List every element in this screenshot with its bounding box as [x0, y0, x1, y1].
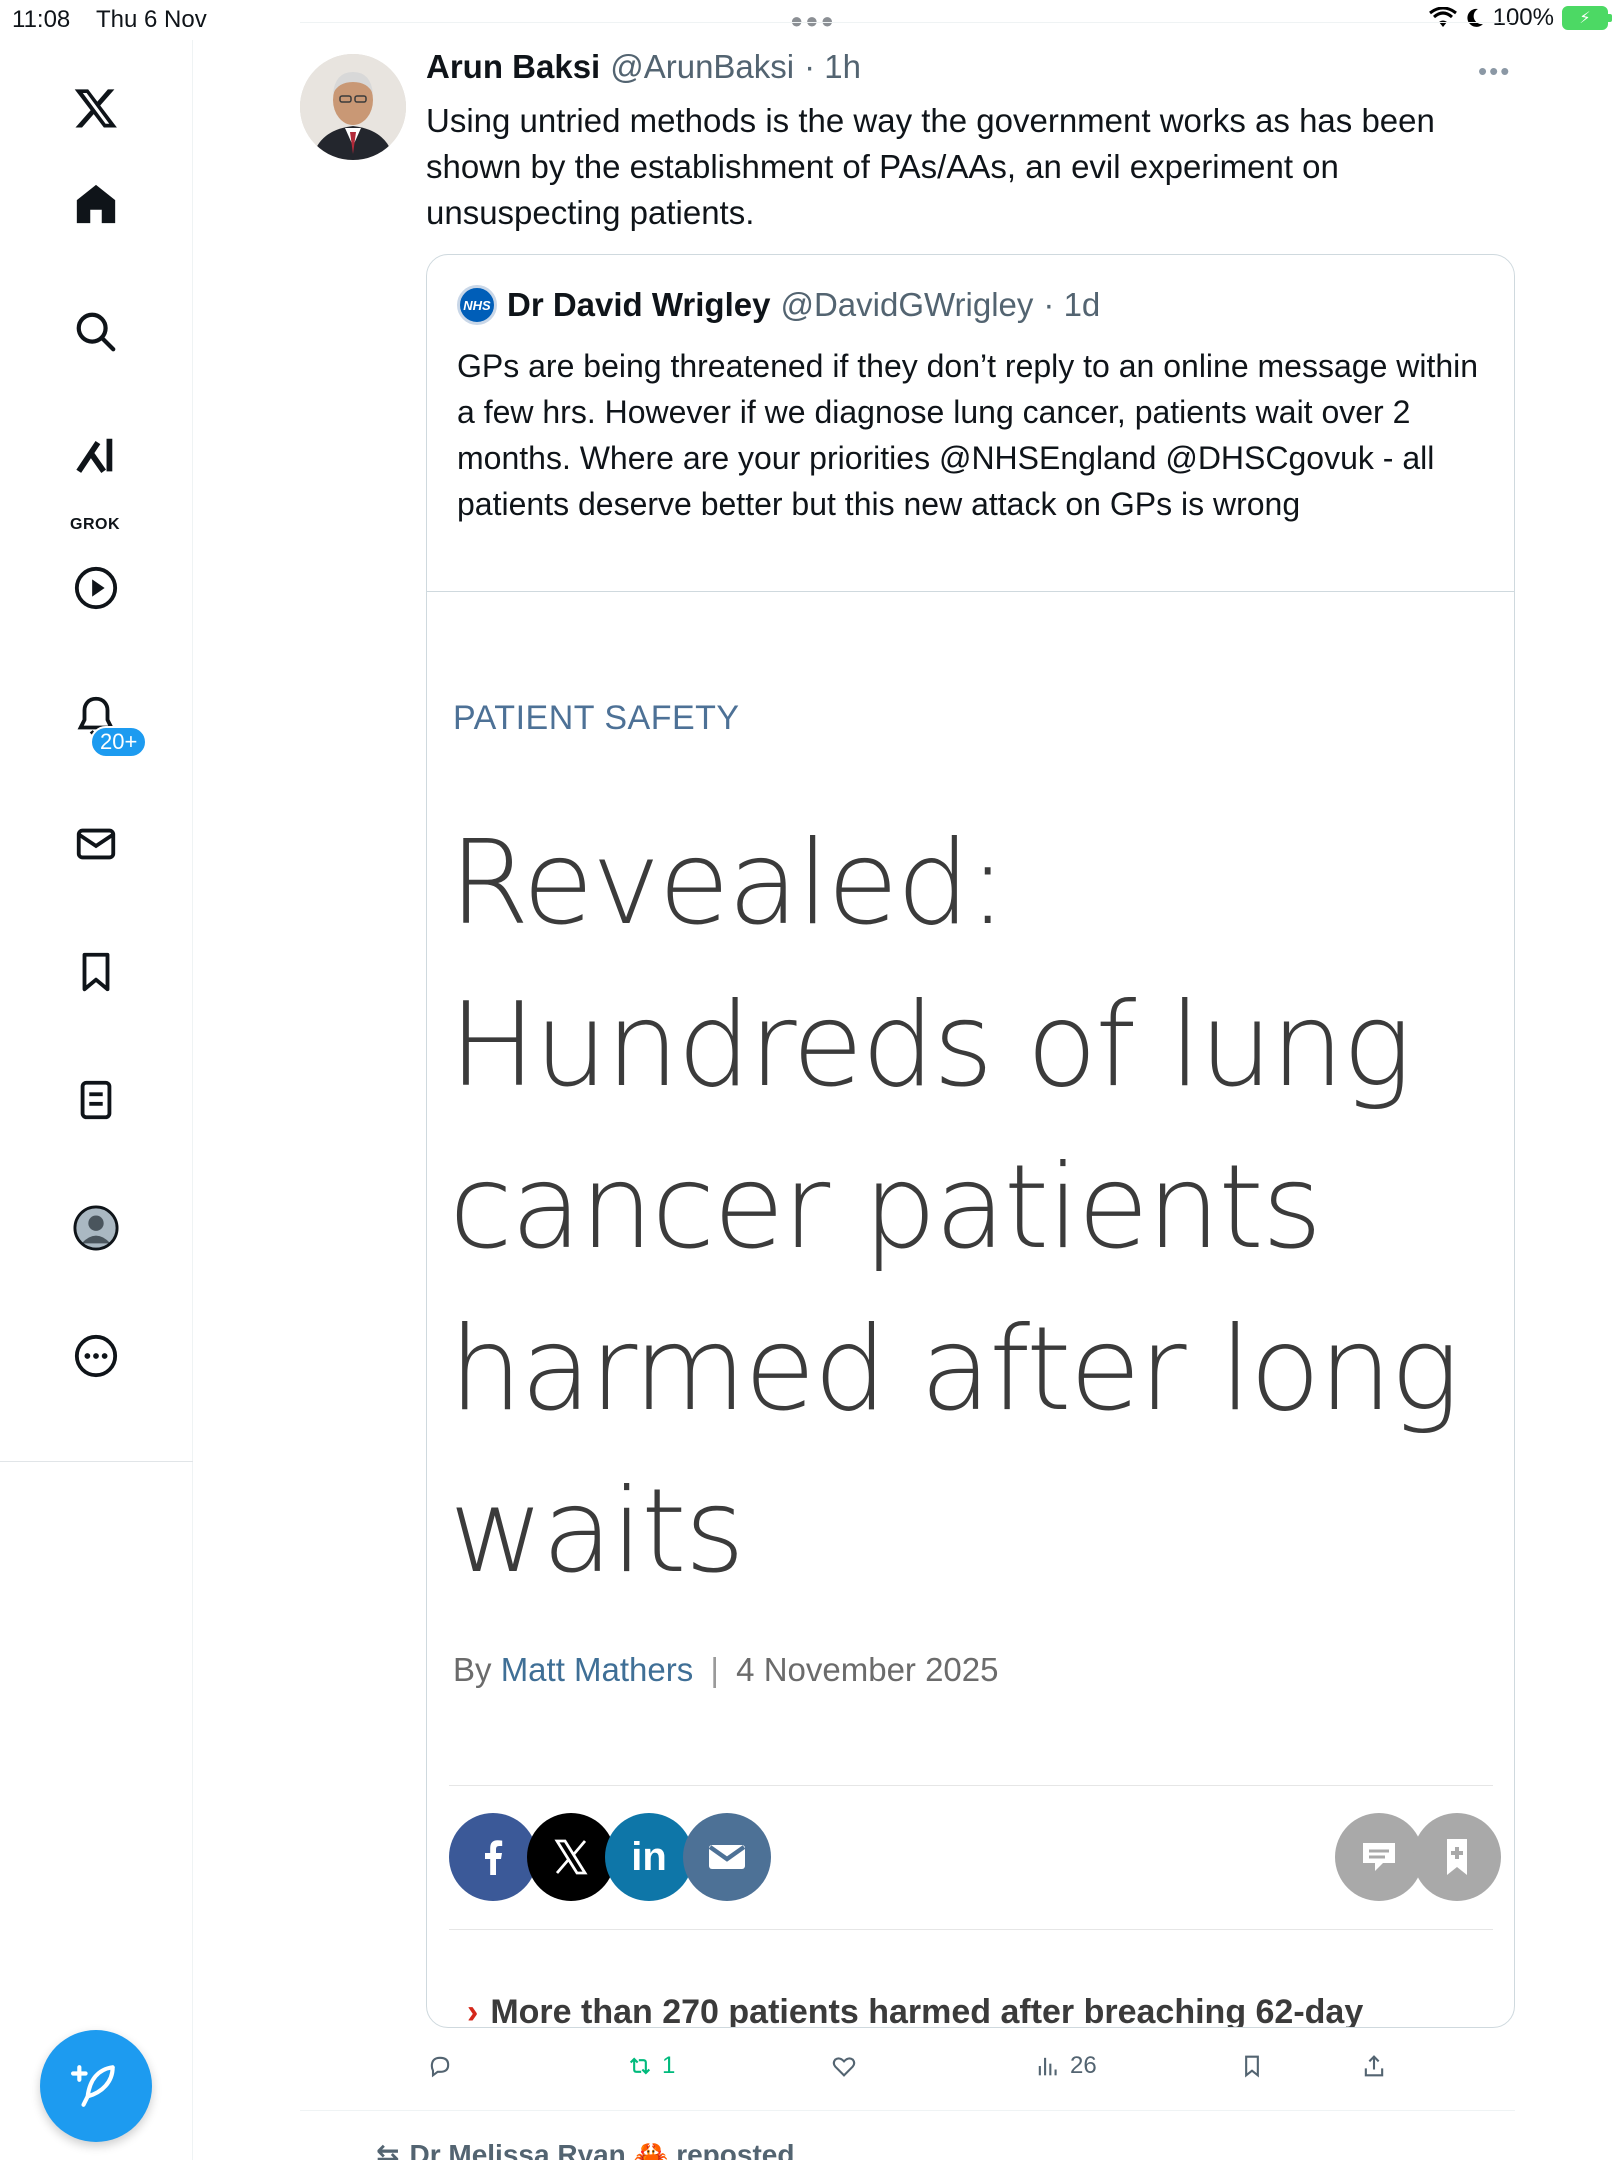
author-name[interactable]: Arun Baksi [426, 48, 600, 86]
quote-text: GPs are being threatened if they don’t r… [457, 348, 1479, 522]
sidebar: GROK 20+ [0, 40, 193, 2160]
quote-author-handle[interactable]: @DavidGWrigley [780, 286, 1033, 324]
like-button[interactable] [830, 2052, 858, 2080]
grok-icon[interactable] [66, 426, 126, 486]
quote-author-avatar[interactable]: NHS [457, 285, 497, 325]
bookmark-button[interactable] [1238, 2052, 1266, 2080]
repost-note-text: Dr Melissa Ryan 🦀 reposted [409, 2139, 795, 2160]
byline-author-link[interactable]: Matt Mathers [501, 1651, 694, 1688]
article-headline: Revealed: Hundreds of lung cancer patien… [449, 816, 1460, 1599]
status-indicators: 100% ⚡ [1428, 4, 1612, 32]
linkedin-share-button[interactable]: in [605, 1813, 693, 1901]
tweet-actions: 1 26 [426, 2052, 1486, 2088]
article-byline: By Matt Mathers | 4 November 2025 [453, 1651, 999, 1689]
timeline-top-divider [300, 22, 1515, 23]
chevron-right-icon: › [467, 1993, 479, 2028]
messages-envelope-icon[interactable] [66, 814, 126, 874]
x-share-button[interactable] [527, 1813, 615, 1901]
share-upload-icon [1364, 2055, 1384, 2077]
reply-icon [430, 2056, 450, 2078]
facebook-share-button[interactable] [449, 1813, 537, 1901]
repost-button[interactable]: 1 [626, 2052, 675, 2080]
byline-separator: | [710, 1651, 719, 1688]
battery-icon: ⚡ [1562, 6, 1612, 30]
status-bar: 11:08 Thu 6 Nov ●●● 100% ⚡ [0, 0, 1620, 40]
article-teaser: › More than 270 patients harmed after bre… [467, 1993, 1364, 2028]
share-bar-bottom-divider [449, 1929, 1493, 1930]
article-teaser-text: More than 270 patients harmed after brea… [490, 1993, 1364, 2028]
more-options-icon[interactable] [66, 1326, 126, 1386]
quote-time: · 1d [1043, 286, 1101, 323]
author-avatar[interactable] [300, 54, 406, 160]
tweet-text: Using untried methods is the way the gov… [426, 102, 1435, 231]
comments-button[interactable] [1335, 1813, 1423, 1901]
reply-button[interactable] [426, 2052, 454, 2080]
profile-avatar-icon[interactable] [66, 1198, 126, 1258]
bookmarks-icon[interactable] [66, 942, 126, 1002]
comment-icon [1363, 1843, 1395, 1871]
repost-icon [629, 2057, 651, 2075]
quote-header: NHS Dr David Wrigley @DavidGWrigley · 1d [457, 285, 1100, 325]
analytics-bars-icon [1038, 2057, 1057, 2076]
timeline-divider [300, 2110, 1515, 2111]
search-icon[interactable] [66, 302, 126, 362]
envelope-icon [708, 1845, 746, 1869]
status-time: 11:08 [12, 6, 71, 33]
moon-icon [1467, 8, 1483, 27]
bookmark-plus-icon [1447, 1839, 1467, 1875]
x-logo-icon[interactable] [66, 78, 126, 138]
video-play-icon[interactable] [66, 558, 126, 618]
repost-indicator-icon: ⇆ [376, 2139, 400, 2160]
tweet-more-icon[interactable]: ••• [1478, 56, 1511, 87]
quote-divider [427, 591, 1514, 592]
wifi-icon [1428, 7, 1457, 27]
author-handle[interactable]: @ArunBaksi [610, 48, 794, 86]
status-date: Thu 6 Nov [96, 6, 207, 33]
views-button[interactable]: 26 [1034, 2052, 1097, 2080]
linkedin-icon: in [631, 1834, 667, 1879]
multitasking-dots-icon[interactable]: ●●● [790, 8, 836, 34]
home-icon[interactable] [66, 174, 126, 234]
tweet-time[interactable]: · 1h [804, 48, 861, 86]
grok-label: GROK [70, 516, 120, 533]
next-item-repost-note[interactable]: ⇆ Dr Melissa Ryan 🦀 reposted [376, 2138, 794, 2160]
heart-icon [832, 2057, 856, 2077]
facebook-icon [485, 1840, 503, 1875]
repost-count: 1 [662, 2052, 676, 2079]
save-article-button[interactable] [1413, 1813, 1501, 1901]
bookmark-icon [1245, 2055, 1259, 2078]
compose-post-button[interactable] [40, 2030, 152, 2142]
sidebar-divider [0, 1461, 193, 1462]
lists-icon[interactable] [66, 1070, 126, 1130]
x-logo-icon [554, 1839, 588, 1875]
battery-percent: 100% [1492, 4, 1554, 31]
share-bar-top-divider [449, 1785, 1493, 1786]
feather-plus-icon [71, 2065, 115, 2107]
tweet-header: Arun Baksi @ArunBaksi · 1h [426, 48, 861, 86]
notifications-badge: 20+ [90, 726, 148, 758]
byline-prefix: By [453, 1651, 492, 1688]
views-count: 26 [1070, 2052, 1097, 2079]
article-date: 4 November 2025 [736, 1651, 999, 1688]
quote-tweet-card[interactable]: NHS Dr David Wrigley @DavidGWrigley · 1d… [426, 254, 1515, 2028]
article-category: PATIENT SAFETY [453, 699, 740, 737]
quote-author-name[interactable]: Dr David Wrigley [507, 286, 770, 324]
email-share-button[interactable] [683, 1813, 771, 1901]
share-button[interactable] [1360, 2052, 1388, 2080]
